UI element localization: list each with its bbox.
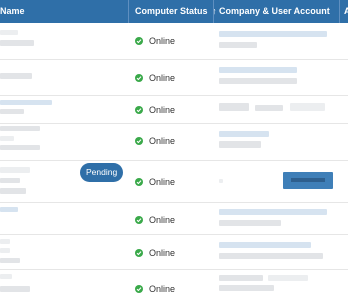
redacted-company	[219, 103, 249, 111]
status-text: Online	[149, 136, 176, 146]
online-check-icon	[135, 74, 143, 82]
redacted-user-account	[219, 220, 281, 226]
computer-status: Online	[135, 215, 175, 225]
status-text: Online	[149, 105, 176, 115]
redacted-name	[0, 167, 30, 173]
column-divider[interactable]	[128, 0, 129, 23]
table-row[interactable]: Online	[0, 235, 348, 270]
redacted-name	[0, 239, 10, 244]
redacted-name	[0, 30, 18, 35]
table-row[interactable]: Online	[0, 124, 348, 161]
online-check-icon	[135, 285, 143, 293]
column-divider[interactable]	[339, 0, 340, 23]
redacted-name-detail	[0, 286, 30, 292]
status-text: Online	[149, 36, 176, 46]
column-header-company-user-account-label: Company & User Account	[219, 6, 330, 16]
redacted-user-account	[219, 253, 323, 259]
column-header-partial: A	[344, 0, 348, 23]
pending-badge[interactable]: Pending	[80, 163, 124, 182]
redacted-company	[219, 242, 311, 248]
table-row[interactable]: Online	[0, 270, 348, 298]
redacted-user-account	[290, 103, 325, 111]
online-check-icon	[135, 37, 143, 45]
column-header-name[interactable]: Name	[0, 0, 25, 23]
redacted-company	[219, 131, 269, 137]
online-check-icon	[135, 178, 143, 186]
redacted-name	[0, 73, 32, 79]
computer-status: Online	[135, 36, 175, 46]
status-text: Online	[149, 248, 176, 258]
redacted-name-extra	[0, 145, 40, 150]
redacted-name-detail	[0, 40, 34, 46]
status-text: Online	[149, 73, 176, 83]
redacted-user-account	[219, 141, 261, 148]
column-header-partial-label: A	[344, 6, 348, 16]
redacted-company-detail	[268, 275, 308, 281]
computer-status: Online	[135, 177, 175, 187]
redacted-company	[219, 31, 327, 37]
computer-status: Online	[135, 136, 175, 146]
computer-status: Online	[135, 248, 175, 258]
column-header-company-user-account[interactable]: Company & User Account	[219, 0, 330, 23]
status-text: Online	[149, 284, 176, 294]
table-row[interactable]: Pending Online	[0, 161, 348, 203]
redacted-company	[219, 67, 297, 73]
redacted-name-detail	[0, 136, 14, 141]
redacted-name	[0, 274, 12, 279]
redacted-name	[0, 126, 40, 131]
online-check-icon	[135, 106, 143, 114]
redacted-user-account	[219, 285, 274, 291]
column-divider[interactable]	[213, 0, 214, 23]
column-header-name-label: Name	[0, 6, 25, 16]
redacted-user-account	[219, 42, 257, 48]
table-row[interactable]: Online	[0, 60, 348, 96]
table-row[interactable]: Online	[0, 96, 348, 124]
column-header-computer-status-label: Computer Status	[135, 6, 208, 16]
redacted-name-detail	[0, 178, 20, 183]
status-text: Online	[149, 215, 176, 225]
redacted-company-detail	[255, 105, 283, 111]
redacted-name-detail	[0, 248, 10, 253]
column-header-computer-status[interactable]: Computer Status ↑	[135, 0, 217, 23]
redacted-user-account	[219, 78, 297, 84]
table-header: Name Computer Status ↑ Company & User Ac…	[0, 0, 348, 23]
table-row[interactable]: Online	[0, 23, 348, 60]
selected-user-account[interactable]	[283, 172, 333, 189]
online-check-icon	[135, 216, 143, 224]
redacted-company	[219, 275, 263, 281]
redacted-name	[0, 100, 52, 105]
redacted-name	[0, 207, 18, 212]
redacted-company	[219, 209, 327, 215]
table-row[interactable]: Online	[0, 203, 348, 235]
redacted-name-extra	[0, 188, 26, 194]
redacted-name-extra	[0, 258, 20, 263]
redacted-company	[219, 179, 223, 183]
online-check-icon	[135, 137, 143, 145]
redacted-name-detail	[0, 109, 24, 114]
computer-status: Online	[135, 73, 175, 83]
computer-status: Online	[135, 284, 175, 294]
computer-status: Online	[135, 105, 175, 115]
online-check-icon	[135, 249, 143, 257]
status-text: Online	[149, 177, 176, 187]
